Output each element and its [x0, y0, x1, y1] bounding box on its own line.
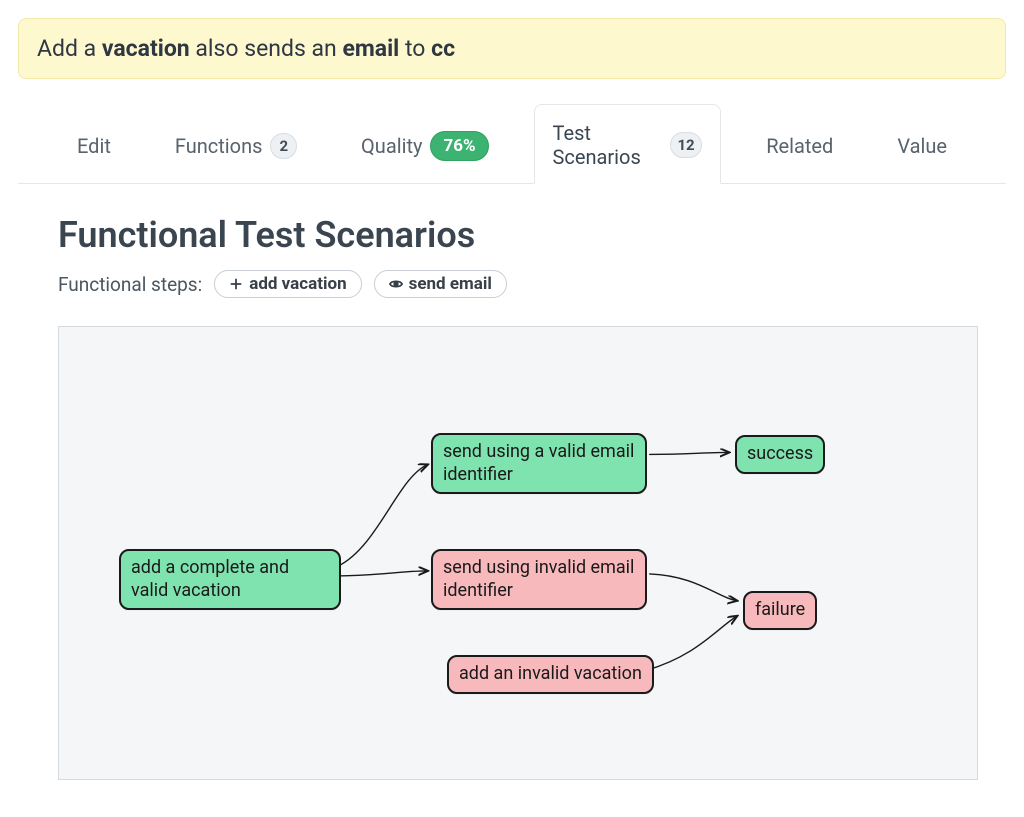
eye-icon — [389, 277, 403, 291]
desc-after: to — [399, 35, 431, 62]
functional-steps-row: Functional steps: add vacation send emai… — [18, 270, 1006, 298]
tab-edit[interactable]: Edit — [58, 104, 130, 184]
tab-edit-label: Edit — [77, 134, 111, 158]
tab-related-label: Related — [766, 134, 833, 158]
chip-send-email[interactable]: send email — [374, 270, 507, 298]
node-root[interactable]: add a complete and valid vacation — [119, 549, 341, 610]
tab-functions[interactable]: Functions 2 — [156, 104, 316, 184]
node-invalid-email[interactable]: send using invalid email identifier — [431, 549, 647, 610]
node-failure-label: failure — [755, 599, 805, 620]
node-invalid-vacation-label: add an invalid vacation — [459, 663, 642, 684]
tab-functions-count: 2 — [270, 133, 297, 159]
tab-value-label: Value — [897, 134, 947, 158]
description-bar: Add a vacation also sends an email to cc — [18, 18, 1006, 79]
tab-test-scenarios-count: 12 — [670, 132, 702, 158]
diagram-canvas[interactable]: add a complete and valid vacation send u… — [58, 326, 978, 780]
tab-quality-label: Quality — [361, 134, 422, 158]
tab-quality-pct: 76% — [430, 131, 488, 161]
desc-bold-3: cc — [431, 35, 455, 62]
functional-steps-label: Functional steps: — [58, 273, 202, 296]
section-title: Functional Test Scenarios — [58, 214, 1006, 256]
node-success-label: success — [747, 443, 813, 464]
plus-icon — [229, 277, 243, 291]
node-invalid-vacation[interactable]: add an invalid vacation — [447, 655, 654, 694]
tab-test-scenarios[interactable]: Test Scenarios 12 — [534, 104, 722, 184]
node-failure[interactable]: failure — [743, 591, 817, 630]
tab-related[interactable]: Related — [747, 104, 852, 184]
chip-add-vacation[interactable]: add vacation — [214, 270, 361, 298]
tab-quality[interactable]: Quality 76% — [342, 104, 507, 184]
node-success[interactable]: success — [735, 435, 825, 474]
node-valid-email[interactable]: send using a valid email identifier — [431, 433, 647, 494]
node-invalid-email-label: send using invalid email identifier — [443, 557, 634, 601]
chip-send-email-label: send email — [409, 274, 492, 294]
desc-bold-1: vacation — [102, 35, 190, 62]
tab-functions-label: Functions — [175, 134, 263, 158]
tab-value[interactable]: Value — [878, 104, 966, 184]
desc-mid: also sends an — [190, 35, 343, 62]
desc-text: Add a vacation also sends an email to cc — [37, 35, 455, 62]
tab-test-scenarios-label: Test Scenarios — [553, 121, 662, 169]
desc-prefix: Add a — [37, 35, 102, 62]
node-valid-email-label: send using a valid email identifier — [443, 441, 634, 485]
tabs: Edit Functions 2 Quality 76% Test Scenar… — [18, 103, 1006, 184]
chip-add-vacation-label: add vacation — [249, 274, 346, 294]
node-root-label: add a complete and valid vacation — [131, 557, 289, 601]
desc-bold-2: email — [342, 35, 399, 62]
